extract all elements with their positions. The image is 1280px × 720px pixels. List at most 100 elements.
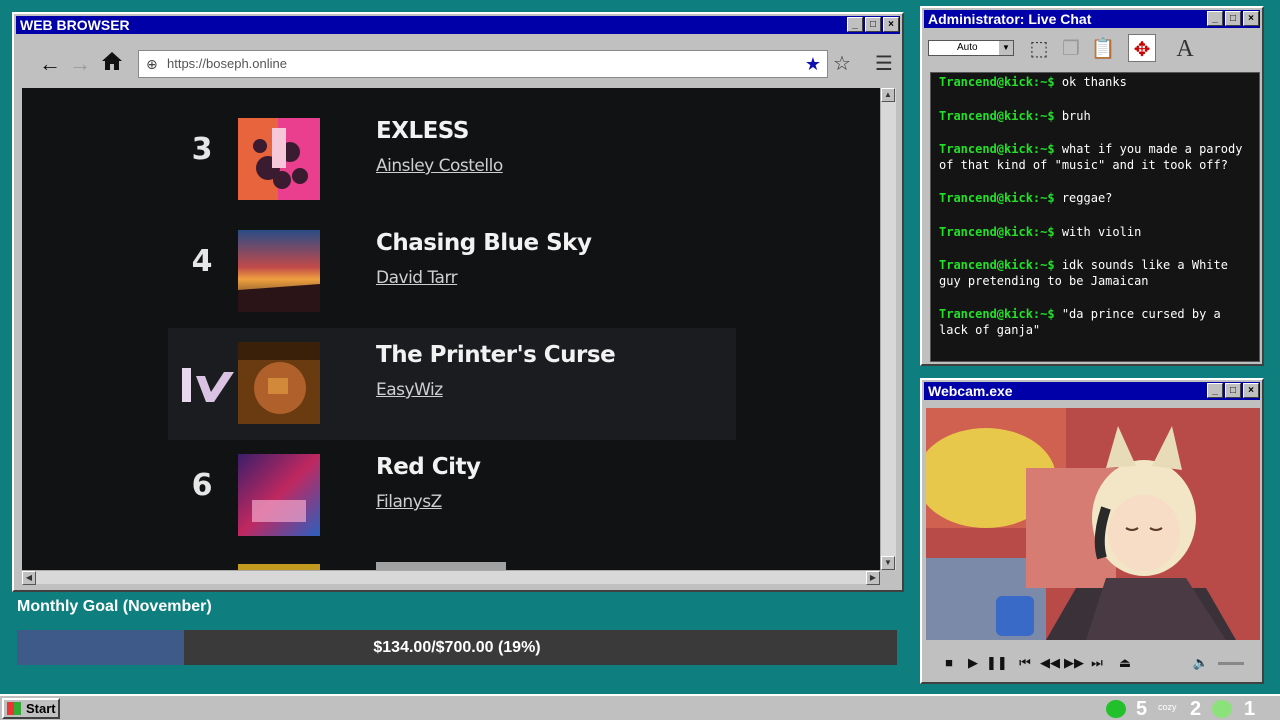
chat-username: Trancend@kick:~$ (939, 307, 1055, 321)
bookmarked-star-icon[interactable]: ★ (805, 51, 821, 77)
scroll-left-icon[interactable]: ◀ (22, 571, 36, 585)
taskbar: Start 5 cozy 2 1 (0, 694, 1280, 720)
font-size-value: Auto (957, 42, 978, 53)
browser-navbar: ← → ⊕ https://boseph.online ★ ☆ ☰ (20, 44, 896, 86)
close-button[interactable]: × (1243, 11, 1259, 26)
chat-toolbar: Auto ▼ ⬚ ❐ 📋 ✥ A (926, 32, 1258, 70)
maximize-button[interactable]: □ (865, 17, 881, 32)
back-arrow-icon[interactable]: ← (36, 50, 64, 78)
chart-row[interactable] (168, 552, 736, 570)
minimize-button[interactable]: _ (1207, 383, 1223, 398)
chat-message: Trancend@kick:~$ reggae? (939, 191, 1251, 207)
album-cover[interactable] (238, 230, 320, 312)
rewind-icon[interactable]: ◀◀ (1040, 654, 1060, 672)
chat-text: bruh (1054, 108, 1091, 123)
minimize-button[interactable]: _ (1207, 11, 1223, 26)
page-content: 3 EXLESS Ainsley Costello 4 Chasing Blue… (22, 88, 880, 570)
goal-label: Monthly Goal (November) (17, 598, 212, 615)
windows-logo-icon (7, 702, 21, 715)
globe-icon: ⊕ (146, 56, 158, 72)
chat-username: Trancend@kick:~$ (939, 75, 1055, 89)
chart-row[interactable]: 3 EXLESS Ainsley Costello (168, 104, 736, 216)
chat-text: reggae? (1054, 191, 1113, 205)
song-title: Red City (376, 454, 481, 480)
address-bar[interactable]: ⊕ https://boseph.online ★ (138, 50, 828, 78)
copy-icon[interactable]: ❐ (1056, 34, 1086, 64)
cozy-viewer-count: 2 (1190, 698, 1202, 720)
skip-forward-icon[interactable]: ⏭ (1088, 654, 1106, 672)
song-title: Chasing Blue Sky (376, 230, 592, 256)
chat-log[interactable]: Trancend@kick:~$ ok thanks Trancend@kick:… (930, 72, 1260, 362)
menu-icon[interactable]: ☰ (870, 50, 898, 78)
browser-window: WEB BROWSER _ □ × ← → ⊕ https://boseph.o… (12, 12, 904, 592)
chat-message: Trancend@kick:~$ ok thanks (939, 75, 1251, 91)
media-controls: ■ ▶ ❚❚ ⏮ ◀◀ ▶▶ ⏭ ⏏ 🔈 (930, 648, 1254, 678)
album-cover[interactable] (238, 454, 320, 536)
start-button[interactable]: Start (2, 698, 60, 719)
start-label: Start (26, 701, 56, 716)
goal-progress-bar: $134.00/$700.00 (19%) (17, 630, 897, 665)
select-icon[interactable]: ⬚ (1024, 34, 1054, 64)
volume-slider[interactable] (1218, 662, 1244, 665)
chart-row-highlighted[interactable]: The Printer's Curse EasyWiz (168, 328, 736, 440)
horizontal-scrollbar[interactable]: ◀ ▶ (22, 570, 880, 585)
chart-row[interactable]: 4 Chasing Blue Sky David Tarr (168, 216, 736, 328)
cozy-label: cozy (1158, 702, 1177, 712)
move-icon[interactable]: ✥ (1128, 34, 1156, 62)
chat-message: Trancend@kick:~$ "da prince cursed by a … (939, 307, 1251, 338)
skip-back-icon[interactable]: ⏮ (1016, 654, 1034, 672)
paste-icon[interactable]: 📋 (1088, 34, 1118, 64)
channel-logo-icon (182, 368, 234, 402)
rank-number: 4 (191, 244, 213, 279)
chat-username: Trancend@kick:~$ (939, 258, 1055, 272)
url-text: https://boseph.online (167, 56, 287, 71)
kick-icon (1106, 700, 1126, 718)
chart-row[interactable]: 6 Red City FilanysZ (168, 440, 736, 552)
home-icon[interactable] (98, 50, 126, 78)
stop-icon[interactable]: ■ (940, 654, 958, 672)
rank-number: 6 (191, 468, 213, 503)
vertical-scrollbar[interactable]: ▲ ▼ (880, 88, 896, 570)
album-cover[interactable] (238, 342, 320, 424)
chat-username: Trancend@kick:~$ (939, 108, 1055, 123)
font-icon[interactable]: A (1170, 34, 1200, 64)
chat-text: with violin (1054, 224, 1142, 239)
artist-link[interactable]: FilanysZ (376, 492, 442, 512)
close-button[interactable]: × (1243, 383, 1259, 398)
font-size-select[interactable]: Auto ▼ (928, 40, 1014, 56)
forward-arrow-icon[interactable]: → (66, 50, 94, 78)
scroll-right-icon[interactable]: ▶ (866, 571, 880, 585)
webcam-window: Webcam.exe _ □ × ■ ▶ ❚❚ ⏮ ◀◀ ▶▶ ⏭ ⏏ 🔈 (920, 378, 1264, 684)
pause-icon[interactable]: ❚❚ (986, 654, 1008, 672)
chat-text: ok thanks (1054, 75, 1127, 89)
artist-link[interactable]: EasyWiz (376, 380, 443, 400)
kick-viewer-count: 5 (1136, 698, 1148, 720)
browser-titlebar[interactable]: WEB BROWSER _ □ × (16, 16, 900, 34)
webcam-titlebar[interactable]: Webcam.exe _ □ × (924, 382, 1260, 400)
rank-number: 3 (191, 132, 213, 167)
chat-titlebar[interactable]: Administrator: Live Chat _ □ × (924, 10, 1260, 28)
maximize-button[interactable]: □ (1225, 383, 1241, 398)
chevron-down-icon[interactable]: ▼ (999, 41, 1013, 55)
scroll-down-icon[interactable]: ▼ (881, 556, 895, 570)
maximize-button[interactable]: □ (1225, 11, 1241, 26)
minimize-button[interactable]: _ (847, 17, 863, 32)
play-icon[interactable]: ▶ (964, 654, 982, 672)
artist-link[interactable]: David Tarr (376, 268, 458, 288)
chat-title: Administrator: Live Chat (928, 11, 1092, 27)
scroll-up-icon[interactable]: ▲ (881, 88, 895, 102)
eject-icon[interactable]: ⏏ (1116, 654, 1134, 672)
chat-username: Trancend@kick:~$ (939, 224, 1055, 239)
album-cover[interactable] (238, 118, 320, 200)
webcam-title: Webcam.exe (928, 383, 1013, 399)
chat-username: Trancend@kick:~$ (939, 191, 1055, 205)
chat-message: Trancend@kick:~$ what if you made a paro… (939, 142, 1251, 173)
play-viewer-count: 1 (1244, 698, 1256, 720)
favorite-star-icon[interactable]: ☆ (828, 50, 856, 78)
fast-forward-icon[interactable]: ▶▶ (1064, 654, 1084, 672)
volume-icon[interactable]: 🔈 (1192, 654, 1210, 672)
artist-link[interactable]: Ainsley Costello (376, 156, 503, 176)
song-title-partial (376, 562, 506, 570)
chat-messages: Trancend@kick:~$ ok thanks Trancend@kick:… (939, 75, 1251, 338)
close-button[interactable]: × (883, 17, 899, 32)
